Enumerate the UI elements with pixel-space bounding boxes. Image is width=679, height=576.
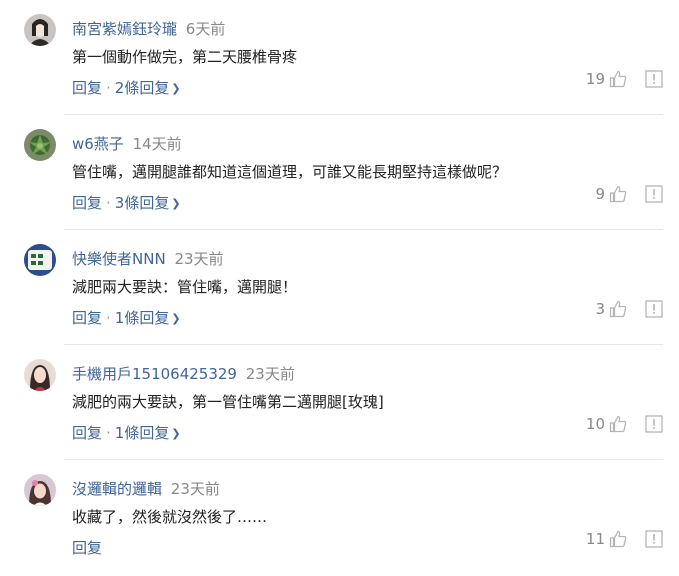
timestamp: 23天前 bbox=[245, 365, 295, 383]
avatar[interactable] bbox=[24, 14, 56, 46]
replies-toggle[interactable]: 1條回复 ❯ bbox=[115, 424, 181, 442]
avatar[interactable] bbox=[24, 359, 56, 391]
comment-tools: 10 bbox=[586, 415, 663, 433]
report-icon[interactable] bbox=[645, 70, 663, 88]
avatar[interactable] bbox=[24, 129, 56, 161]
replies-toggle[interactable]: 3條回复 ❯ bbox=[115, 194, 181, 212]
comment-text: 減肥的兩大要訣，第一管住嘴第二邁開腿[玫瑰] bbox=[72, 393, 384, 411]
chevron-down-icon: ❯ bbox=[171, 197, 181, 210]
thumbs-up-icon[interactable] bbox=[609, 415, 627, 433]
comment-item: 沒邏輯的邏輯 23天前 收藏了，然後就沒然後了…… 回复 11 bbox=[0, 460, 679, 575]
comment-item: 手機用戶15106425329 23天前 減肥的兩大要訣，第一管住嘴第二邁開腿[… bbox=[0, 345, 679, 460]
like-count: 11 bbox=[585, 530, 605, 548]
comment-meta: 沒邏輯的邏輯 23天前 bbox=[72, 478, 220, 499]
comment-meta: 快樂使者NNN 23天前 bbox=[72, 248, 224, 269]
comment-meta: w6燕子 14天前 bbox=[72, 133, 182, 154]
comment-text: 減肥兩大要訣：管住嘴，邁開腿！ bbox=[72, 278, 298, 296]
thumbs-up-icon[interactable] bbox=[609, 70, 627, 88]
report-icon[interactable] bbox=[645, 530, 663, 548]
avatar[interactable] bbox=[24, 474, 56, 506]
comment-actions: 回复 bbox=[72, 537, 102, 558]
replies-toggle[interactable]: 2條回复 ❯ bbox=[115, 79, 181, 97]
separator: · bbox=[106, 194, 111, 212]
like-count: 10 bbox=[585, 415, 605, 433]
report-icon[interactable] bbox=[645, 185, 663, 203]
thumbs-up-icon[interactable] bbox=[609, 530, 627, 548]
like-count: 9 bbox=[595, 185, 605, 203]
report-icon[interactable] bbox=[645, 415, 663, 433]
report-icon[interactable] bbox=[645, 300, 663, 318]
chevron-down-icon: ❯ bbox=[171, 427, 181, 440]
replies-count: 1條回复 bbox=[114, 309, 170, 327]
reply-link[interactable]: 回复 bbox=[72, 424, 102, 442]
separator: · bbox=[106, 424, 111, 442]
comment-tools: 11 bbox=[586, 530, 663, 548]
replies-count: 3條回复 bbox=[114, 194, 170, 212]
timestamp: 6天前 bbox=[185, 20, 226, 38]
thumbs-up-icon[interactable] bbox=[609, 185, 627, 203]
replies-count: 2條回复 bbox=[114, 79, 170, 97]
comment-item: 南宮紫嫣鈺玲瓏 6天前 第一個動作做完，第二天腰椎骨疼 回复 · 2條回复 ❯ 19 bbox=[0, 0, 679, 115]
separator: · bbox=[106, 309, 111, 327]
reply-link[interactable]: 回复 bbox=[72, 309, 102, 327]
replies-toggle[interactable]: 1條回复 ❯ bbox=[115, 309, 181, 327]
comment-actions: 回复 · 1條回复 ❯ bbox=[72, 307, 181, 328]
comment-meta: 手機用戶15106425329 23天前 bbox=[72, 363, 295, 384]
chevron-down-icon: ❯ bbox=[171, 82, 181, 95]
comment-text: 收藏了，然後就沒然後了…… bbox=[72, 508, 268, 526]
timestamp: 14天前 bbox=[132, 135, 182, 153]
like-count: 19 bbox=[585, 70, 605, 88]
comment-text: 第一個動作做完，第二天腰椎骨疼 bbox=[72, 48, 298, 66]
comment-actions: 回复 · 3條回复 ❯ bbox=[72, 192, 181, 213]
username[interactable]: 沒邏輯的邏輯 bbox=[72, 480, 162, 498]
separator: · bbox=[106, 79, 111, 97]
username[interactable]: w6燕子 bbox=[72, 135, 124, 153]
username[interactable]: 南宮紫嫣鈺玲瓏 bbox=[72, 20, 177, 38]
comment-actions: 回复 · 2條回复 ❯ bbox=[72, 77, 181, 98]
like-count: 3 bbox=[595, 300, 605, 318]
reply-link[interactable]: 回复 bbox=[72, 539, 102, 557]
thumbs-up-icon[interactable] bbox=[609, 300, 627, 318]
username[interactable]: 手機用戶15106425329 bbox=[72, 365, 237, 383]
comment-meta: 南宮紫嫣鈺玲瓏 6天前 bbox=[72, 18, 225, 39]
comment-tools: 3 bbox=[595, 300, 663, 318]
comment-text: 管住嘴，邁開腿誰都知道這個道理，可誰又能長期堅持這樣做呢？ bbox=[72, 163, 508, 181]
username[interactable]: 快樂使者NNN bbox=[72, 250, 166, 268]
chevron-down-icon: ❯ bbox=[171, 312, 181, 325]
timestamp: 23天前 bbox=[170, 480, 220, 498]
comment-item: w6燕子 14天前 管住嘴，邁開腿誰都知道這個道理，可誰又能長期堅持這樣做呢？ … bbox=[0, 115, 679, 230]
replies-count: 1條回复 bbox=[114, 424, 170, 442]
comment-tools: 9 bbox=[595, 185, 663, 203]
timestamp: 23天前 bbox=[174, 250, 224, 268]
comment-actions: 回复 · 1條回复 ❯ bbox=[72, 422, 181, 443]
comment-item: 快樂使者NNN 23天前 減肥兩大要訣：管住嘴，邁開腿！ 回复 · 1條回复 ❯ 3 bbox=[0, 230, 679, 345]
reply-link[interactable]: 回复 bbox=[72, 194, 102, 212]
reply-link[interactable]: 回复 bbox=[72, 79, 102, 97]
avatar[interactable] bbox=[24, 244, 56, 276]
comment-tools: 19 bbox=[586, 70, 663, 88]
